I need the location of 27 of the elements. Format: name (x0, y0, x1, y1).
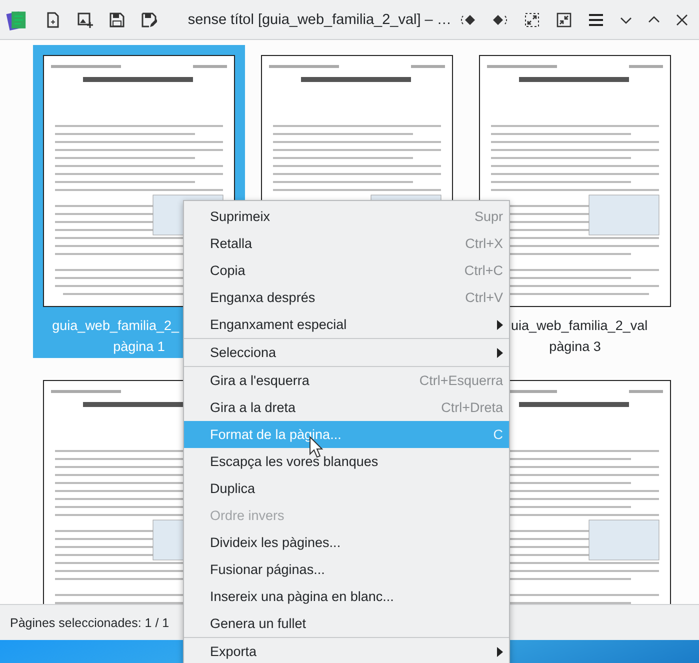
menu-item[interactable]: Insereix una pàgina en blanc... (184, 583, 509, 610)
save-as-icon (140, 12, 157, 28)
submenu-arrow-icon (497, 348, 503, 358)
menu-item[interactable]: Selecciona (184, 339, 509, 366)
menu-item[interactable]: Gira a l'esquerra Ctrl+Esquerra (184, 367, 509, 394)
save-icon (109, 12, 126, 28)
page-label: pàgina 3 (549, 338, 602, 356)
expand-icon (524, 12, 540, 28)
new-page-icon (45, 12, 62, 28)
menu-item[interactable]: Genera un fullet (184, 610, 509, 637)
submenu-arrow-icon (497, 320, 503, 330)
menu-item[interactable]: Gira a la dreta Ctrl+Dreta (184, 394, 509, 421)
menu-icon (588, 12, 604, 28)
close-icon (676, 14, 688, 26)
menu-item[interactable]: Escapça les vores blanques (184, 448, 509, 475)
menu-item[interactable]: Fusionar páginas... (184, 556, 509, 583)
shrink-icon (556, 12, 572, 28)
page-label: guia_web_familia_2_ (52, 317, 179, 335)
page-label: uia_web_familia_2_val (511, 317, 648, 335)
status-text: Pàgines seleccionades: 1 / 1 (10, 616, 170, 630)
menu-item[interactable]: Duplica (184, 475, 509, 502)
submenu-arrow-icon (497, 646, 503, 656)
window-title: sense títol [guia_web_familia_2_val] – … (186, 12, 452, 28)
add-image-icon (77, 12, 94, 28)
menu-item[interactable]: Divideix les pàgines... (184, 529, 509, 556)
menu-item[interactable]: Exporta (184, 638, 509, 663)
page-label: pàgina 1 (112, 338, 165, 356)
